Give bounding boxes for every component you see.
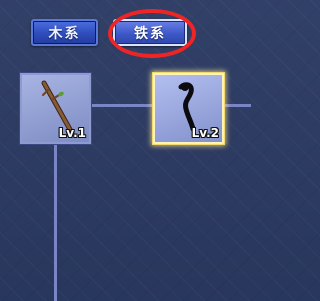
tree-connector-horizontal (91, 104, 153, 107)
tree-connector-vertical (54, 144, 57, 301)
item-level-label: Lv.1 (58, 126, 86, 140)
tab-wood-type[interactable]: 木系 (31, 19, 98, 46)
item-card-lv2[interactable]: Lv.2 (153, 73, 224, 144)
tab-iron-type[interactable]: 铁系 (113, 19, 187, 46)
tree-connector-right (224, 104, 251, 107)
item-level-label: Lv.2 (191, 126, 219, 140)
tab-wood-type-label: 木系 (48, 25, 81, 42)
item-card-lv1[interactable]: Lv.1 (20, 73, 91, 144)
tab-iron-type-label: 铁系 (134, 25, 166, 42)
